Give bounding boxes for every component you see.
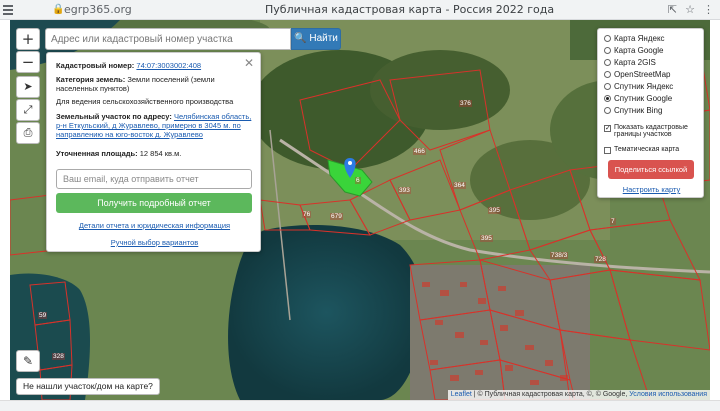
- print-icon[interactable]: ⎙: [16, 122, 40, 144]
- menu-icon[interactable]: [3, 5, 13, 15]
- land-usage-row: Для ведения сельскохозяйственного произв…: [56, 97, 234, 106]
- cadastral-number-row: Кадастровый номер: 74:07:3003002:408: [56, 61, 202, 70]
- plot-label: 738/3: [550, 252, 569, 259]
- share-link-button[interactable]: Поделиться ссылкой: [608, 160, 694, 179]
- plot-label: 395: [480, 235, 493, 242]
- cadastral-number-link[interactable]: 74:07:3003002:408: [136, 61, 201, 70]
- thematic-map-checkbox[interactable]: Тематическая карта: [604, 146, 679, 154]
- plot-label: 364: [453, 182, 466, 189]
- browser-bottom-bar: [0, 400, 720, 411]
- plot-label: 7: [610, 218, 616, 225]
- lock-icon: 🔒: [52, 4, 65, 15]
- layer-option-osm[interactable]: OpenStreetMap: [604, 70, 670, 79]
- plot-label: 679: [330, 213, 343, 220]
- page-title: Публичная кадастровая карта - Россия 202…: [265, 3, 555, 16]
- zoom-in-button[interactable]: +: [16, 28, 40, 50]
- plot-label: 376: [459, 100, 472, 107]
- leaflet-link[interactable]: Leaflet: [451, 391, 472, 398]
- map-attribution: Leaflet | © Публичная кадастровая карта,…: [447, 390, 710, 400]
- search-input[interactable]: [45, 28, 291, 50]
- layer-option-google-map[interactable]: Карта Google: [604, 46, 663, 55]
- layer-option-yandex-map[interactable]: Карта Яндекс: [604, 34, 665, 43]
- area-row: Уточненная площадь: 12 854 кв.м.: [56, 149, 182, 158]
- address-bar[interactable]: egrp365.org: [64, 3, 132, 16]
- layer-option-yandex-satellite[interactable]: Спутник Яндекс: [604, 82, 673, 91]
- layer-option-bing-satellite[interactable]: Спутник Bing: [604, 106, 662, 115]
- plot-label: 393: [398, 187, 411, 194]
- show-borders-checkbox[interactable]: ✓ Показать кадастровые границы участков: [604, 124, 703, 138]
- plot-label: 76: [302, 211, 312, 218]
- plot-label: 728: [594, 256, 607, 263]
- email-field[interactable]: [56, 169, 252, 189]
- plot-label: 466: [413, 148, 426, 155]
- plot-label: 328: [52, 353, 65, 360]
- layer-option-google-satellite[interactable]: Спутник Google: [604, 94, 672, 103]
- bookmark-icon[interactable]: ☆: [685, 3, 695, 16]
- fullscreen-icon[interactable]: ⤢: [16, 99, 40, 121]
- ruler-icon[interactable]: ✎: [16, 350, 40, 372]
- terms-link[interactable]: Условия использования: [629, 391, 707, 398]
- land-category-row: Категория земель: Земли поселений (земли…: [56, 75, 215, 93]
- get-report-button[interactable]: Получить подробный отчет: [56, 193, 252, 213]
- search-icon: 🔍: [294, 33, 307, 44]
- share-icon[interactable]: ⇱: [668, 3, 677, 16]
- plot-label: 6: [355, 177, 361, 184]
- plot-label: 59: [38, 312, 48, 319]
- plot-label: 395: [488, 207, 501, 214]
- search-button[interactable]: 🔍 Найти: [291, 28, 341, 50]
- parcel-info-panel: ✕ Кадастровый номер: 74:07:3003002:408 К…: [46, 52, 261, 252]
- setup-map-link[interactable]: Настроить карту: [598, 185, 705, 194]
- address-row: Земельный участок по адресу: Челябинская…: [56, 112, 252, 139]
- location-icon[interactable]: ➤: [16, 76, 40, 98]
- zoom-out-button[interactable]: −: [16, 51, 40, 73]
- manual-select-link[interactable]: Ручной выбор вариантов: [47, 238, 262, 247]
- layer-option-2gis-map[interactable]: Карта 2GIS: [604, 58, 656, 67]
- not-found-button[interactable]: Не нашли участок/дом на карте?: [16, 378, 160, 395]
- more-icon[interactable]: ⋮: [703, 3, 714, 16]
- map-layers-panel: Карта Яндекс Карта Google Карта 2GIS Ope…: [597, 28, 704, 198]
- browser-toolbar: 🔒 egrp365.org Публичная кадастровая карт…: [0, 0, 720, 20]
- report-details-link[interactable]: Детали отчета и юридическая информация: [47, 221, 262, 230]
